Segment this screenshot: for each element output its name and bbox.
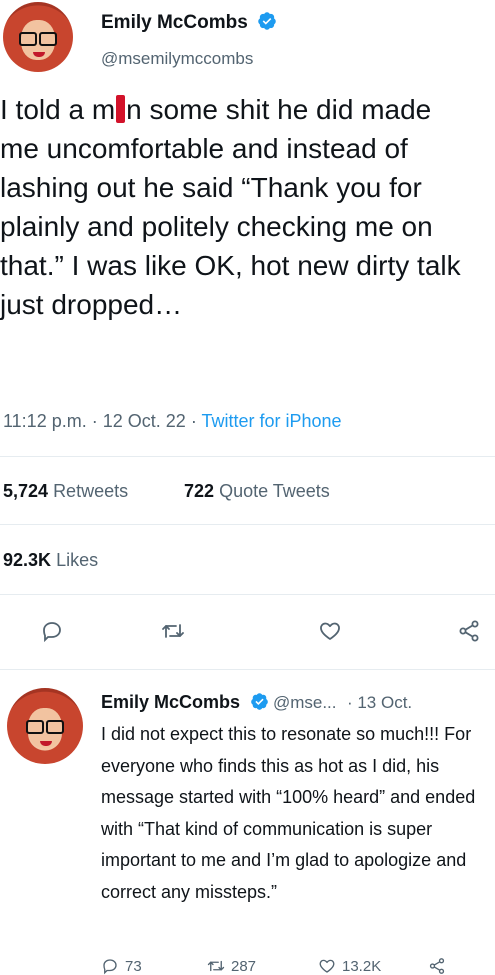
retweets-label: Retweets xyxy=(53,481,129,501)
tweet-text-part-1: I told a m xyxy=(0,94,116,125)
divider xyxy=(0,524,495,525)
reply-retweet-button[interactable]: 287 xyxy=(207,957,256,975)
reply-header: Emily McCombs @mse... · 13 Oct. xyxy=(101,692,412,716)
retweets-stat[interactable]: 5,724 Retweets xyxy=(3,481,128,502)
reply-author-avatar[interactable] xyxy=(7,688,83,764)
tweet-meta: 11:12 p.m. · 12 Oct. 22 · Twitter for iP… xyxy=(3,411,342,432)
tweet-text-part-2: n some shit he did made me uncomfortable… xyxy=(0,94,461,320)
reply-icon xyxy=(43,622,61,643)
quotes-count: 722 xyxy=(184,481,215,501)
retweet-icon xyxy=(207,960,225,972)
divider xyxy=(0,456,495,457)
likes-stat[interactable]: 92.3K Likes xyxy=(3,550,98,571)
like-icon xyxy=(320,622,340,640)
share-icon xyxy=(429,958,445,974)
likes-count: 92.3K xyxy=(3,550,52,570)
reply-text: I did not expect this to resonate so muc… xyxy=(101,724,476,902)
tweet-source[interactable]: Twitter for iPhone xyxy=(201,411,341,431)
reply-icon xyxy=(103,959,117,975)
reply-date[interactable]: · 13 Oct. xyxy=(347,693,412,712)
author-avatar[interactable] xyxy=(3,2,73,72)
reply-like-button[interactable]: 13.2K xyxy=(318,957,381,975)
tweet-time[interactable]: 11:12 p.m. xyxy=(3,411,87,431)
retweet-button[interactable] xyxy=(161,619,185,648)
reply-author-handle[interactable]: @mse... xyxy=(273,693,337,712)
author-handle[interactable]: @msemilymccombs xyxy=(101,49,253,69)
like-button[interactable] xyxy=(318,619,342,648)
meta-separator: · xyxy=(91,411,103,431)
quotes-stat[interactable]: 722 Quote Tweets xyxy=(184,481,330,502)
retweet-icon xyxy=(162,624,184,638)
divider xyxy=(0,594,495,595)
divider xyxy=(0,669,495,670)
reply-reply-count: 73 xyxy=(125,957,142,975)
verified-badge-icon xyxy=(257,11,277,36)
author-name[interactable]: Emily McCombs xyxy=(101,12,248,33)
share-button[interactable] xyxy=(457,619,481,648)
meta-separator: · xyxy=(190,411,202,431)
reply-author-name[interactable]: Emily McCombs xyxy=(101,692,240,712)
author-name-row[interactable]: Emily McCombs xyxy=(101,11,277,36)
retweets-count: 5,724 xyxy=(3,481,49,501)
reply-like-count: 13.2K xyxy=(342,957,382,975)
reply-button[interactable] xyxy=(40,619,64,648)
quotes-label: Quote Tweets xyxy=(219,481,330,501)
reply-retweet-count: 287 xyxy=(231,957,257,975)
verified-badge-icon xyxy=(250,692,269,716)
like-icon xyxy=(319,959,335,973)
likes-label: Likes xyxy=(56,550,99,570)
red-censor-mark xyxy=(116,95,126,123)
reply-share-button[interactable] xyxy=(428,957,446,975)
reply-reply-button[interactable]: 73 xyxy=(101,957,142,975)
tweet-date[interactable]: 12 Oct. 22 xyxy=(103,411,186,431)
tweet-text: I told a mn some shit he did made me unc… xyxy=(0,90,470,324)
share-icon xyxy=(459,620,479,642)
